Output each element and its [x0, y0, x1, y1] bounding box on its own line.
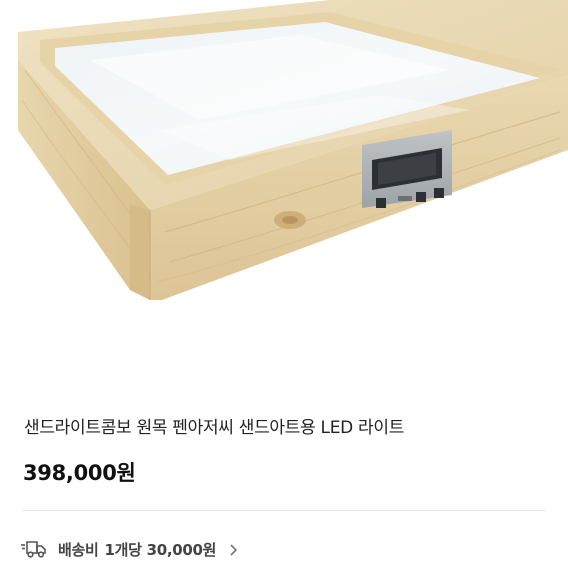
product-photo-sand-light-box	[18, 0, 568, 300]
shipping-fee-row[interactable]: 배송비 1개당 30,000원	[20, 532, 240, 566]
shipping-fee-label: 배송비	[58, 540, 99, 559]
product-price: 398,000원	[23, 461, 136, 485]
product-title: 샌드라이트콤보 원목 펜아저씨 샌드아트용 LED 라이트	[24, 418, 405, 438]
divider	[22, 510, 546, 511]
product-photo[interactable]	[0, 0, 568, 370]
shipping-fee-value: 1개당 30,000원	[104, 540, 217, 559]
chevron-right-icon[interactable]	[228, 542, 240, 556]
truck-icon	[20, 538, 50, 560]
product-detail-page: 샌드라이트콤보 원목 펜아저씨 샌드아트용 LED 라이트 398,000원 배…	[0, 0, 568, 568]
